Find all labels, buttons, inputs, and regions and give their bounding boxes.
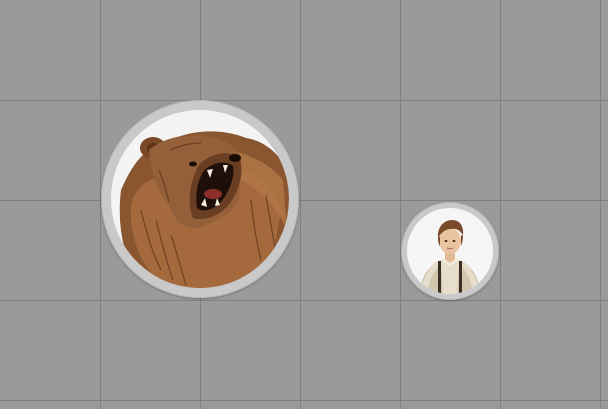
map-grid [0,0,608,409]
boy-token[interactable] [401,202,499,300]
bear-icon [111,110,289,288]
boy-icon [407,208,493,294]
battle-map[interactable] [0,0,608,409]
bear-token[interactable] [101,100,299,298]
